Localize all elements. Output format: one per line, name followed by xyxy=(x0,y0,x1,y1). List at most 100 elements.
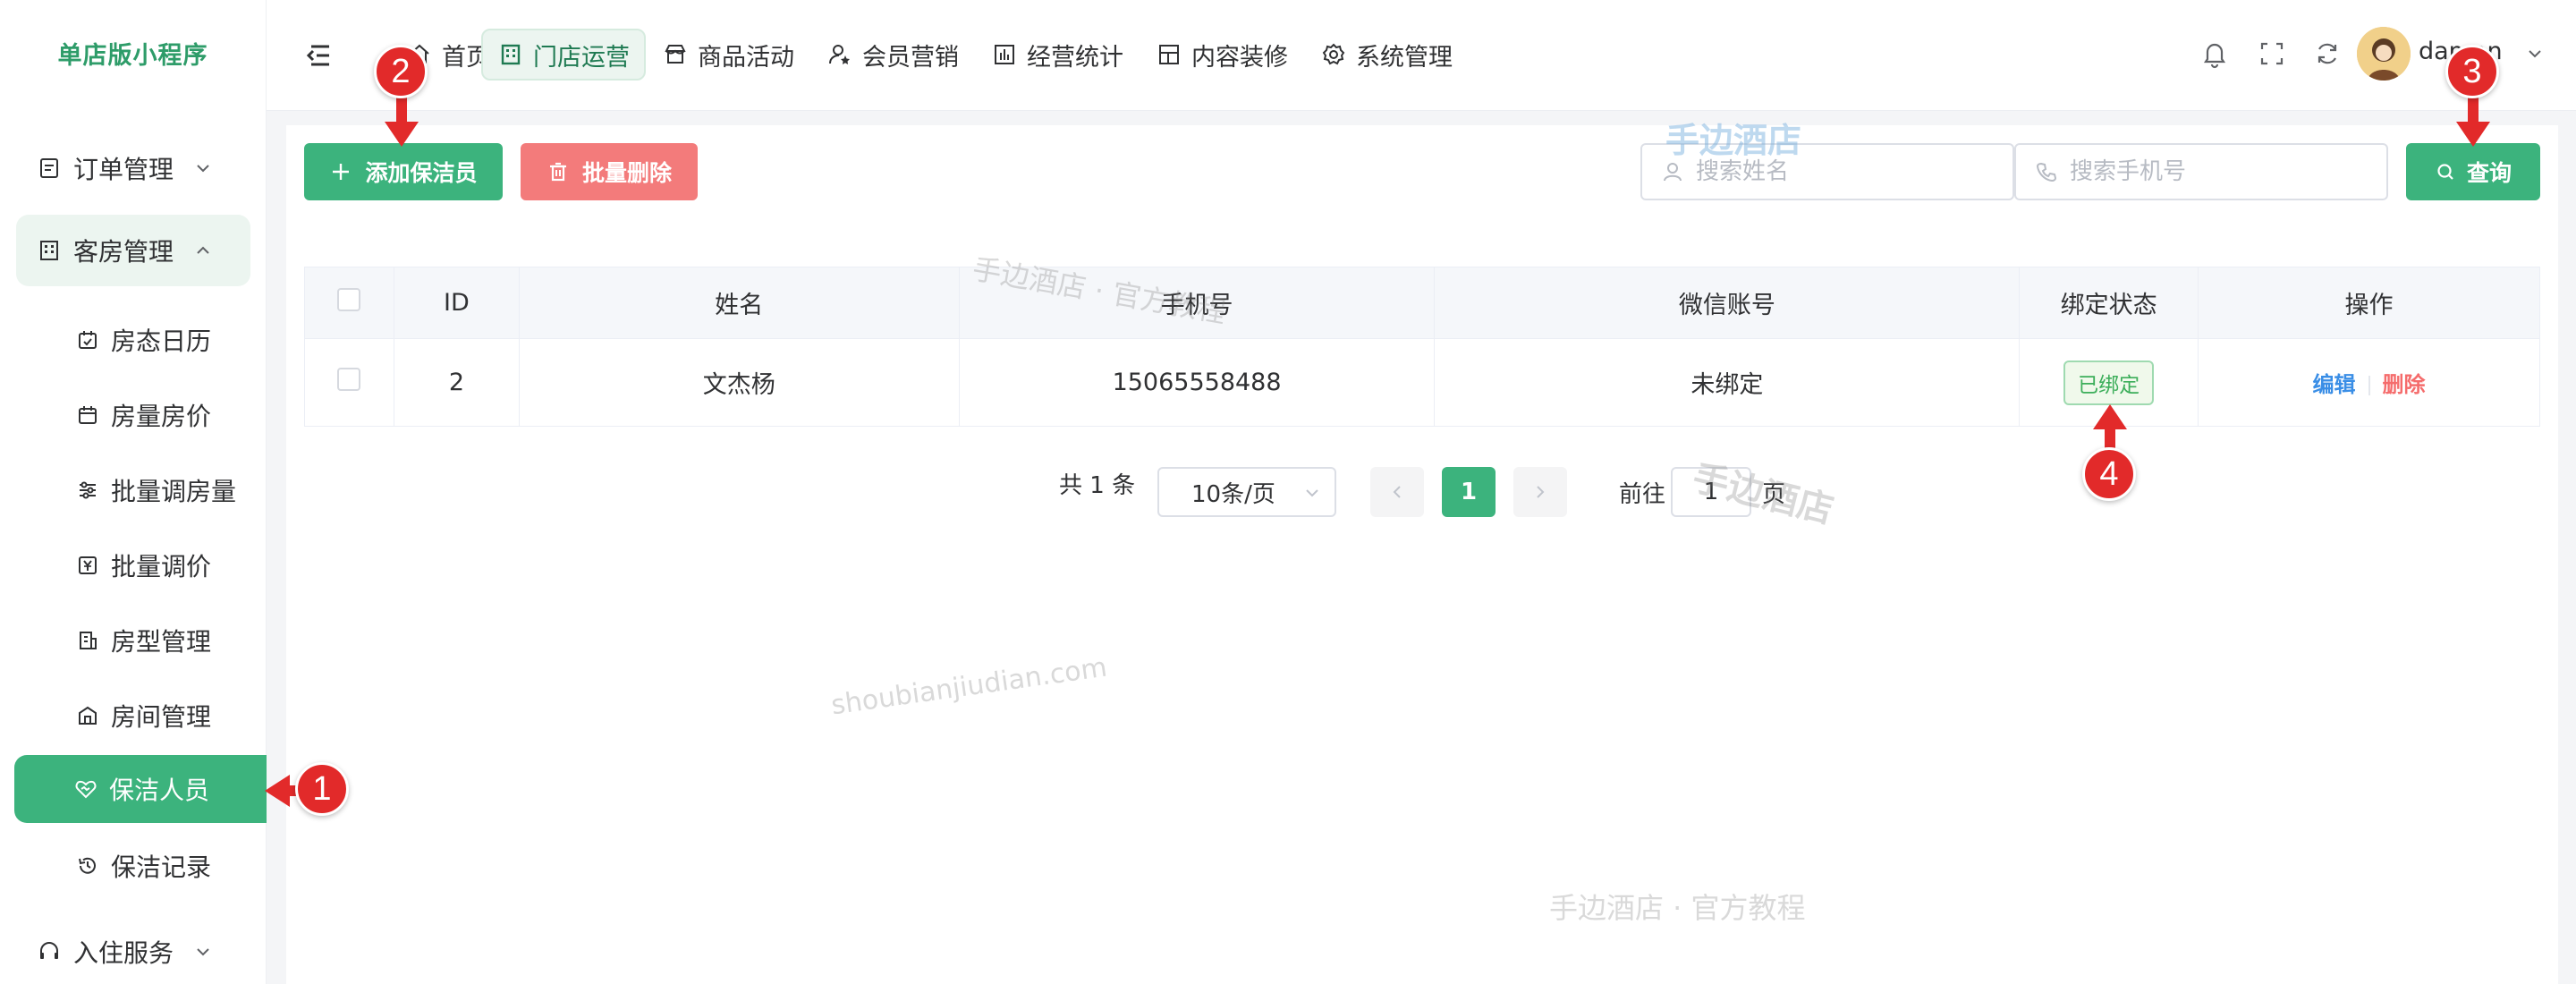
building-icon xyxy=(497,41,524,68)
sidebar-item-room-price[interactable]: 房量房价 xyxy=(16,381,250,449)
trash-icon xyxy=(547,160,570,183)
row-select-cell[interactable] xyxy=(304,338,394,427)
column-header-name: 姓名 xyxy=(518,267,960,339)
tab-label: 系统管理 xyxy=(1356,43,1453,72)
tab-system-management[interactable]: 系统管理 xyxy=(1306,29,1467,81)
avatar[interactable] xyxy=(2357,27,2411,81)
edit-link[interactable]: 编辑 xyxy=(2313,372,2356,397)
cell-name: 文杰杨 xyxy=(518,338,960,427)
refresh-icon[interactable] xyxy=(2311,38,2343,70)
top-navbar: 首页 门店运营 商品活动 会员营销 经营统计 内容装修 系统管理 xyxy=(267,0,2576,111)
menu-group-label: 订单管理 xyxy=(73,155,174,184)
batch-delete-button[interactable]: 批量删除 xyxy=(521,143,698,200)
sidebar-item-label: 房态日历 xyxy=(111,327,212,356)
goto-page-input[interactable] xyxy=(1671,467,1751,517)
marker-3: 3 xyxy=(2445,45,2499,98)
user-star-icon xyxy=(826,41,853,68)
row-checkbox[interactable] xyxy=(337,368,361,391)
select-all-checkbox[interactable] xyxy=(337,288,361,311)
chevron-left-icon xyxy=(1393,486,1401,498)
button-label: 批量删除 xyxy=(581,160,672,186)
page-size-select[interactable]: 10条/页 xyxy=(1157,467,1336,517)
school-icon xyxy=(75,703,100,728)
sidebar-item-room-calendar[interactable]: 房态日历 xyxy=(16,306,250,374)
bell-icon[interactable] xyxy=(2199,38,2231,70)
search-phone-field[interactable] xyxy=(2014,143,2388,200)
table-row: 2 文杰杨 15065558488 未绑定 已绑定 编辑 删除 xyxy=(304,338,2540,427)
fullscreen-icon[interactable] xyxy=(2256,38,2288,70)
status-badge: 已绑定 xyxy=(2063,360,2155,405)
tab-business-stats[interactable]: 经营统计 xyxy=(977,29,1138,81)
sliders-icon xyxy=(75,478,100,503)
prev-page-button[interactable] xyxy=(1370,467,1424,517)
sidebar-item-clean-records[interactable]: 保洁记录 xyxy=(16,832,250,900)
select-all-cell[interactable] xyxy=(304,267,394,339)
tab-label: 内容装修 xyxy=(1191,43,1288,72)
yen-icon xyxy=(75,553,100,578)
sidebar-item-cleaners[interactable]: 保洁人员 xyxy=(14,755,267,823)
chevron-right-icon xyxy=(1537,486,1545,498)
button-label: 查询 xyxy=(2466,160,2512,186)
collapse-menu-icon[interactable] xyxy=(302,39,335,72)
sidebar-item-batch-price[interactable]: 批量调价 xyxy=(16,531,250,599)
column-header-phone: 手机号 xyxy=(958,267,1436,339)
next-page-button[interactable] xyxy=(1513,467,1567,517)
calendar-icon xyxy=(75,403,100,428)
tab-member-marketing[interactable]: 会员营销 xyxy=(812,29,973,81)
search-name-input[interactable] xyxy=(1696,158,2000,185)
sidebar: 单店版小程序 订单管理 客房管理 房态日历 房量房价 批量调房量 批量调价 房型… xyxy=(0,0,267,984)
calendar-check-icon xyxy=(75,327,100,352)
search-name-field[interactable] xyxy=(1640,143,2014,200)
add-cleaner-button[interactable]: 添加保洁员 xyxy=(304,143,503,200)
shop-icon xyxy=(662,41,689,68)
cell-phone: 15065558488 xyxy=(958,338,1436,427)
menu-group-orders[interactable]: 订单管理 xyxy=(16,132,250,204)
headset-icon xyxy=(36,938,63,965)
chevron-down-icon[interactable] xyxy=(2524,43,2546,64)
sidebar-item-batch-room[interactable]: 批量调房量 xyxy=(16,456,250,524)
chevron-up-icon xyxy=(193,241,213,260)
tab-product-activities[interactable]: 商品活动 xyxy=(648,29,809,81)
cleaners-table: ID 姓名 手机号 微信账号 绑定状态 操作 2 文杰杨 15065558488… xyxy=(304,267,2540,427)
menu-group-label: 入住服务 xyxy=(73,938,174,968)
menu-group-checkin[interactable]: 入住服务 xyxy=(16,916,250,984)
menu-group-rooms[interactable]: 客房管理 xyxy=(16,215,250,286)
tab-label: 经营统计 xyxy=(1027,43,1123,72)
phone-icon xyxy=(2036,161,2057,182)
chevron-down-icon xyxy=(1302,483,1322,503)
page-size-value: 10条/页 xyxy=(1191,480,1275,508)
watermark-domain: shoubianjiudian.com xyxy=(829,651,1109,722)
delete-link[interactable]: 删除 xyxy=(2383,372,2426,397)
tab-label: 商品活动 xyxy=(698,43,794,72)
sidebar-item-label: 保洁记录 xyxy=(111,853,212,882)
cell-actions: 编辑 删除 xyxy=(2198,338,2540,427)
sidebar-item-room-type[interactable]: 房型管理 xyxy=(16,607,250,674)
sidebar-item-label: 保洁人员 xyxy=(109,776,210,805)
marker-arrow-2 xyxy=(385,95,419,147)
history-icon xyxy=(75,853,100,878)
sidebar-item-label: 批量调价 xyxy=(111,552,212,581)
column-header-status: 绑定状态 xyxy=(2019,267,2199,339)
search-phone-input[interactable] xyxy=(2070,158,2374,185)
button-label: 添加保洁员 xyxy=(365,160,478,186)
marker-1: 1 xyxy=(295,762,349,816)
sidebar-item-label: 批量调房量 xyxy=(111,477,237,506)
marker-4: 4 xyxy=(2082,447,2136,501)
query-button[interactable]: 查询 xyxy=(2406,143,2540,200)
search-icon xyxy=(2435,161,2456,182)
cell-wechat: 未绑定 xyxy=(1434,338,2021,427)
tab-store-operations[interactable]: 门店运营 xyxy=(481,29,646,81)
tab-content-decoration[interactable]: 内容装修 xyxy=(1141,29,1302,81)
chevron-down-icon xyxy=(193,158,213,178)
sidebar-item-room-manage[interactable]: 房间管理 xyxy=(16,682,250,750)
document-icon xyxy=(36,155,63,182)
goto-prefix: 前往 xyxy=(1619,480,1666,508)
heart-hand-icon xyxy=(73,776,98,802)
pagination-total: 共 1 条 xyxy=(1059,472,1136,499)
brand-title: 单店版小程序 xyxy=(57,41,208,70)
office-building-icon xyxy=(75,628,100,653)
cell-id: 2 xyxy=(393,338,520,427)
marker-arrow-3 xyxy=(2456,95,2490,147)
sidebar-item-label: 房型管理 xyxy=(111,627,212,657)
page-button-1[interactable]: 1 xyxy=(1442,467,1496,517)
